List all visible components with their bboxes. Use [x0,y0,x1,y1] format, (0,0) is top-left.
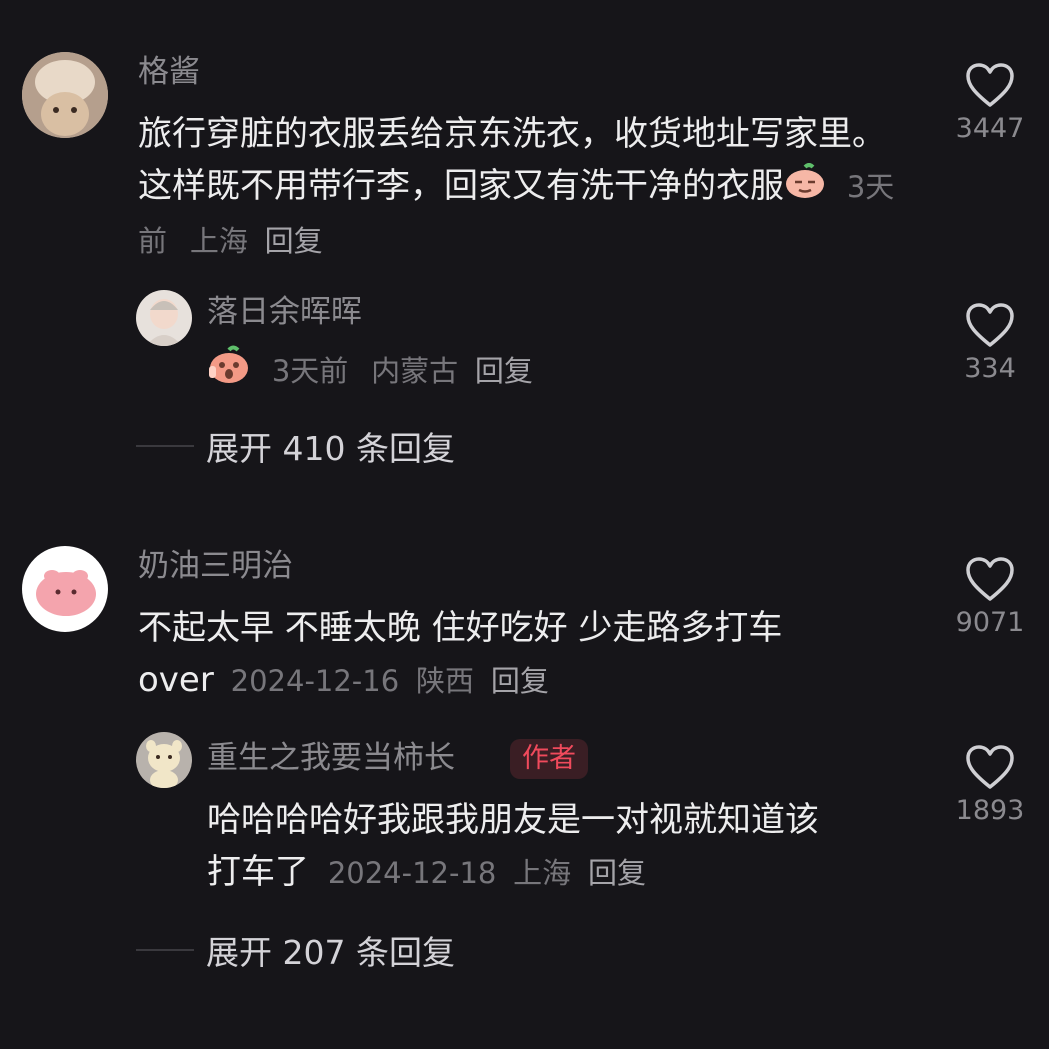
reply-button[interactable]: 回复 [491,664,549,698]
like-count: 334 [964,353,1016,384]
reply-body-line2: 打车了 [207,852,309,892]
avatar-image [136,290,192,346]
heart-outline-icon [966,63,1014,107]
comment-location: 上海 [189,223,248,258]
expand-replies-button[interactable]: 展开 207 条回复 [136,926,455,974]
reply-time: 3天前 [271,354,349,388]
avatar[interactable] [22,546,108,632]
reply-username[interactable]: 落日余晖晖 [207,292,362,332]
comment-body-line1: 不起太早 不睡太晚 住好吃好 少走路多打车 [138,608,783,648]
reply-text: 3天前 内蒙古 回复 [207,344,907,399]
avatar-image [22,546,108,632]
avatar[interactable] [22,52,108,138]
like-button[interactable]: 3447 [955,62,1025,146]
like-count: 3447 [955,113,1025,144]
heart-outline-icon [966,557,1014,601]
reply-text: 哈哈哈哈好我跟我朋友是一对视就知道该 打车了 2024-12-18 上海 回复 [207,794,927,899]
expand-replies-button[interactable]: 展开 410 条回复 [136,422,455,470]
like-count: 1893 [955,795,1025,826]
comment-username[interactable]: 格酱 [138,52,200,92]
like-button[interactable]: 334 [955,302,1025,386]
crying-peach-emoji-icon [207,344,251,399]
divider [136,949,194,951]
heart-outline-icon [966,303,1014,347]
smug-peach-emoji-icon [784,162,826,214]
reply-location: 上海 [513,856,572,890]
avatar-image [22,52,108,138]
heart-outline-icon [966,745,1014,789]
reply-button[interactable]: 回复 [265,224,323,258]
comment-text: 旅行穿脏的衣服丢给京东洗衣，收货地址写家里。这样既不用带行李，回家又有洗干净的衣… [138,108,898,267]
avatar[interactable] [136,732,192,788]
comment-username[interactable]: 奶油三明治 [138,546,293,586]
divider [136,445,194,447]
like-button[interactable]: 9071 [955,556,1025,640]
expand-replies-label: 展开 410 条回复 [206,429,455,468]
comment-text: 不起太早 不睡太晚 住好吃好 少走路多打车 over 2024-12-16 陕西… [138,602,918,707]
like-count: 9071 [955,607,1025,638]
reply-button[interactable]: 回复 [588,856,646,890]
author-badge: 作者 [510,739,588,779]
expand-replies-label: 展开 207 条回复 [206,933,455,972]
avatar-image [136,732,192,788]
reply-time: 2024-12-18 [327,856,497,890]
comment-time: 2024-12-16 [230,664,400,698]
comment-body-line2: over [138,660,214,700]
comment-location: 陕西 [416,664,475,698]
avatar[interactable] [136,290,192,346]
reply-button[interactable]: 回复 [475,354,533,388]
comment-body: 旅行穿脏的衣服丢给京东洗衣，收货地址写家里。这样既不用带行李，回家又有洗干净的衣… [138,114,886,206]
reply-body-line1: 哈哈哈哈好我跟我朋友是一对视就知道该 [207,800,819,840]
like-button[interactable]: 1893 [955,744,1025,828]
reply-location: 内蒙古 [371,354,459,388]
reply-username[interactable]: 重生之我要当柿长 [207,738,455,778]
